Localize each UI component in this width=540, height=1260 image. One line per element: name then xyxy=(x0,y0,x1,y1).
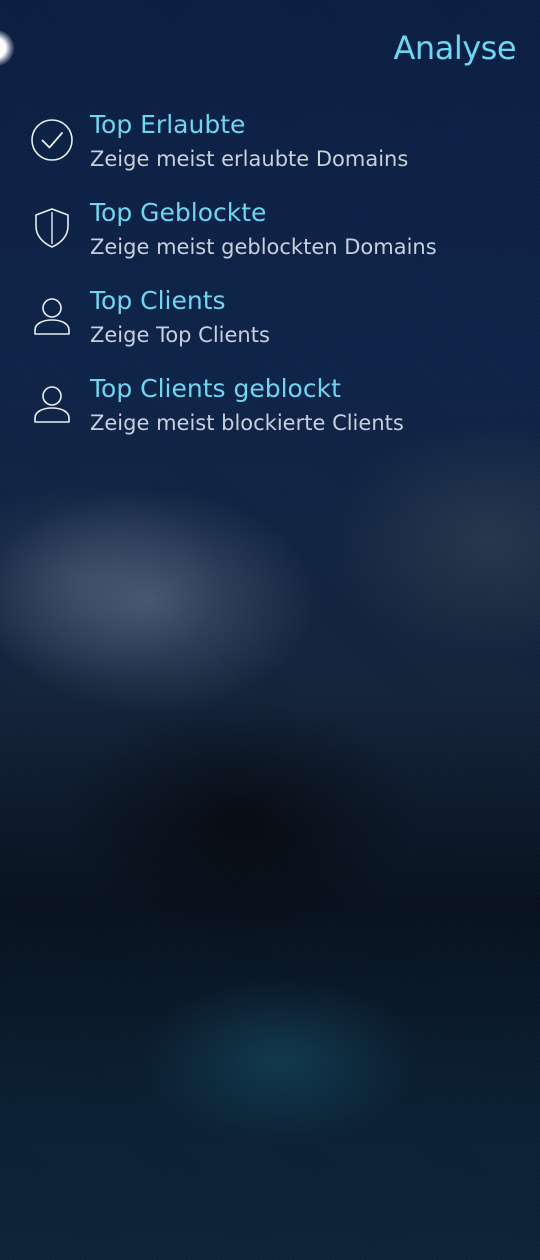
menu-item-description: Zeige meist erlaubte Domains xyxy=(90,147,409,171)
menu-item-title: Top Geblockte xyxy=(90,198,267,227)
menu-item-top-clients[interactable]: Top Clients Zeige Top Clients xyxy=(0,280,540,368)
menu-item-description: Zeige Top Clients xyxy=(90,323,270,347)
menu-item-top-clients-blocked[interactable]: Top Clients geblockt Zeige meist blockie… xyxy=(0,368,540,456)
menu-item-top-allowed[interactable]: Top Erlaubte Zeige meist erlaubte Domain… xyxy=(0,104,540,192)
menu-item-top-blocked[interactable]: Top Geblockte Zeige meist geblockten Dom… xyxy=(0,192,540,280)
person-icon xyxy=(30,294,74,338)
person-icon xyxy=(30,382,74,426)
menu-item-description: Zeige meist geblockten Domains xyxy=(90,235,437,259)
menu-item-title: Top Clients geblockt xyxy=(90,374,341,403)
menu-item-description: Zeige meist blockierte Clients xyxy=(90,411,404,435)
page-title: Analyse xyxy=(393,29,517,67)
check-circle-icon xyxy=(30,118,74,162)
pulley-menu-indicator[interactable] xyxy=(0,30,14,66)
analysis-menu-list: Top Erlaubte Zeige meist erlaubte Domain… xyxy=(0,104,540,456)
menu-item-title: Top Clients xyxy=(90,286,226,315)
shield-icon xyxy=(30,206,74,250)
menu-item-title: Top Erlaubte xyxy=(90,110,246,139)
